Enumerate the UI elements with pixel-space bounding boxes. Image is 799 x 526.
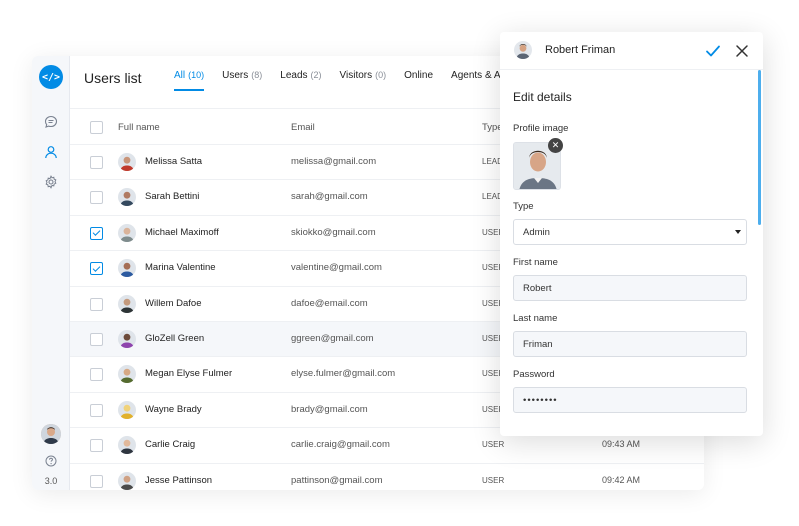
row-email: elyse.fulmer@gmail.com <box>291 368 396 380</box>
row-checkbox[interactable] <box>90 439 103 453</box>
tab-label: Online <box>404 70 434 81</box>
row-email: sarah@gmail.com <box>291 191 368 203</box>
row-checkbox[interactable] <box>90 156 103 169</box>
tab-users[interactable]: Users (8) <box>222 70 262 91</box>
profile-image-label: Profile image <box>513 123 569 134</box>
edit-user-panel: Robert Friman Edit details Profile image… <box>500 32 763 436</box>
avatar <box>118 188 136 207</box>
row-email: melissa@gmail.com <box>291 156 377 167</box>
row-email: skiokko@gmail.com <box>291 226 376 238</box>
row-checkbox[interactable] <box>90 226 103 240</box>
row-email: carlie.craig@gmail.com <box>291 439 390 451</box>
row-checkbox[interactable] <box>90 333 103 346</box>
row-email: pattinson@gmail.com <box>291 474 383 486</box>
password-value: •••••••• <box>523 394 558 406</box>
avatar[interactable] <box>41 424 61 444</box>
last-name-value: Friman <box>523 338 553 350</box>
row-type: USER <box>482 475 505 485</box>
first-name-label: First name <box>513 257 558 268</box>
row-checkbox[interactable] <box>90 297 103 311</box>
row-full-name: Sarah Bettini <box>145 191 200 203</box>
avatar <box>118 259 136 278</box>
panel-scrollbar[interactable] <box>758 70 761 225</box>
chevron-down-icon <box>735 230 741 234</box>
table-row[interactable]: Jesse Pattinson pattinson@gmail.com USER 09… <box>70 462 704 490</box>
first-name-field[interactable]: Robert <box>513 275 747 301</box>
help-icon[interactable] <box>43 453 59 469</box>
gear-icon[interactable] <box>43 174 59 190</box>
tab-agents-admins[interactable]: Agents & Ad <box>451 70 506 91</box>
tab-count: (10) <box>188 70 205 80</box>
tab-online[interactable]: Online <box>404 70 433 91</box>
logo-icon[interactable]: </> <box>39 65 63 89</box>
row-checkbox[interactable] <box>90 368 103 382</box>
check-icon[interactable] <box>705 44 721 58</box>
close-icon[interactable] <box>735 44 749 58</box>
row-email: brady@gmail.com <box>291 403 368 415</box>
column-header-email[interactable]: Email <box>291 122 315 133</box>
row-full-name: Marina Valentine <box>145 262 216 274</box>
row-email: dafoe@email.com <box>291 297 368 309</box>
row-type: USER <box>482 440 505 450</box>
panel-header: Robert Friman <box>500 32 763 70</box>
row-full-name: Willem Dafoe <box>145 297 202 309</box>
tab-label: Leads <box>280 70 308 81</box>
tab-leads[interactable]: Leads (2) <box>280 70 321 91</box>
tab-count: (0) <box>375 70 387 80</box>
tab-count: (8) <box>251 70 263 80</box>
row-full-name: Melissa Satta <box>145 156 203 167</box>
tab-all[interactable]: All (10) <box>174 70 205 91</box>
tab-label: All <box>174 70 186 81</box>
sidebar: </> 3.0 <box>32 56 70 490</box>
panel-user-name: Robert Friman <box>545 44 616 56</box>
row-full-name: GloZell Green <box>145 333 205 344</box>
avatar <box>118 471 136 490</box>
remove-image-button[interactable]: ✕ <box>548 138 563 153</box>
avatar <box>118 400 136 419</box>
type-label: Type <box>513 201 534 212</box>
avatar <box>118 223 136 242</box>
row-full-name: Wayne Brady <box>145 403 202 415</box>
row-checkbox[interactable] <box>90 403 103 417</box>
avatar <box>118 365 136 384</box>
row-full-name: Carlie Craig <box>145 439 196 451</box>
row-time: 09:42 AM <box>602 474 641 485</box>
last-name-field[interactable]: Friman <box>513 331 747 357</box>
row-email: ggreen@gmail.com <box>291 333 374 344</box>
select-all-checkbox[interactable] <box>90 121 103 134</box>
page-title: Users list <box>84 70 142 86</box>
avatar <box>118 436 136 455</box>
row-email: valentine@gmail.com <box>291 262 382 274</box>
last-name-label: Last name <box>513 313 558 324</box>
first-name-value: Robert <box>523 282 552 294</box>
tab-count: (2) <box>310 70 322 80</box>
column-header-full-name[interactable]: Full name <box>118 122 160 133</box>
user-icon[interactable] <box>43 144 59 160</box>
row-checkbox[interactable] <box>90 191 103 205</box>
avatar <box>118 294 136 313</box>
section-title: Edit details <box>513 90 572 104</box>
tab-label: Visitors <box>339 70 373 81</box>
tab-label: Agents & Ad <box>451 70 507 81</box>
tab-bar: All (10) Users (8) Leads (2) Visitors (0) On… <box>174 70 506 91</box>
type-select[interactable]: Admin <box>513 219 747 245</box>
avatar <box>514 41 532 59</box>
chat-icon[interactable] <box>43 114 59 130</box>
avatar <box>118 153 136 171</box>
tab-label: Users <box>222 70 249 81</box>
tab-visitors[interactable]: Visitors (0) <box>340 70 387 91</box>
password-label: Password <box>513 369 555 380</box>
row-time: 09:43 AM <box>602 439 641 450</box>
password-field[interactable]: •••••••• <box>513 387 747 413</box>
row-checkbox[interactable] <box>90 262 103 276</box>
version-label: 3.0 <box>44 476 58 486</box>
row-full-name: Jesse Pattinson <box>145 474 213 486</box>
row-full-name: Michael Maximoff <box>145 226 219 238</box>
row-checkbox[interactable] <box>90 474 103 488</box>
type-select-value: Admin <box>523 226 550 238</box>
avatar <box>118 330 136 348</box>
row-full-name: Megan Elyse Fulmer <box>145 368 233 380</box>
